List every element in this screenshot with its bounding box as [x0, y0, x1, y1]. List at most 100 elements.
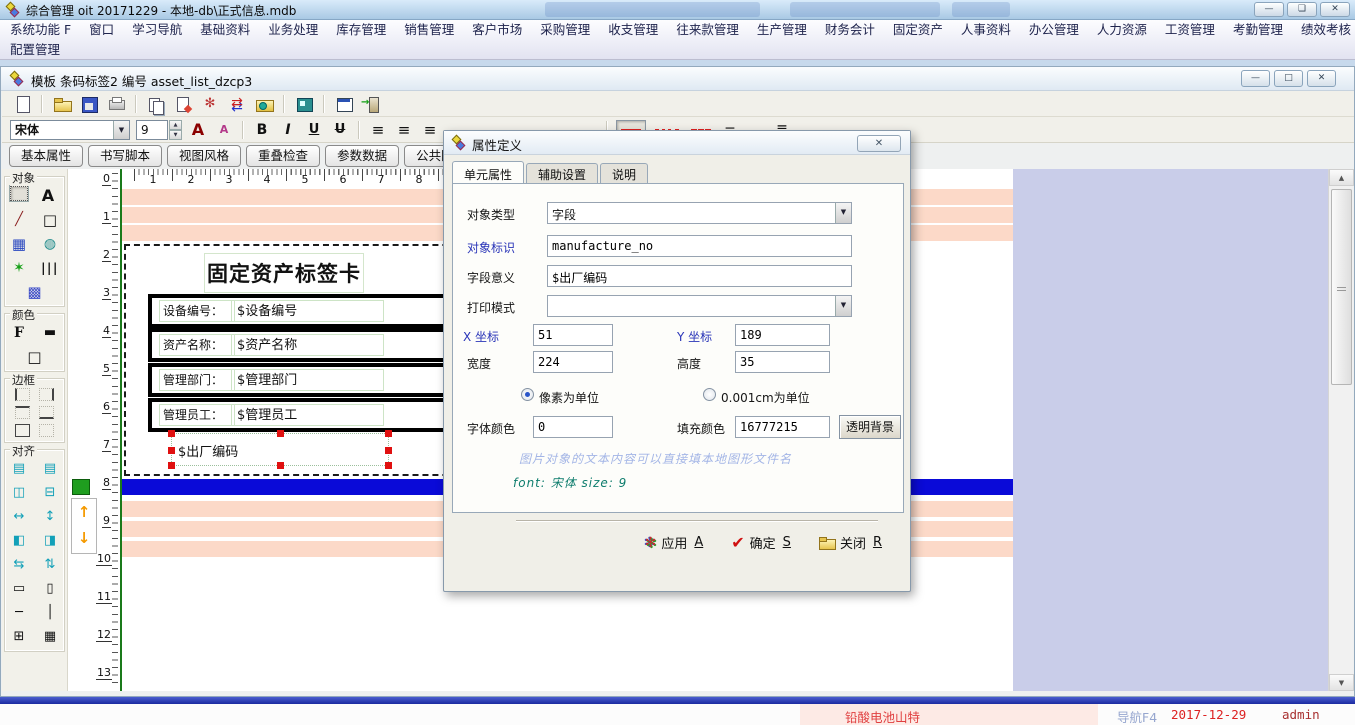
menu-item[interactable]: 采购管理	[531, 20, 599, 40]
menu-item[interactable]: 人力资源	[1088, 20, 1156, 40]
menu-item[interactable]: 考勤管理	[1224, 20, 1292, 40]
menu-item[interactable]: 学习导航	[123, 20, 191, 40]
object-type-select[interactable]: 字段 ▼	[547, 202, 852, 224]
strikethrough-icon[interactable]: U	[330, 120, 350, 140]
chevron-down-icon[interactable]: ▼	[835, 203, 851, 223]
nudge-up-icon[interactable]: ↑	[72, 499, 96, 525]
picture-folder-icon[interactable]	[254, 94, 274, 114]
menu-item[interactable]: 基础资料	[191, 20, 259, 40]
height-input[interactable]: 35	[735, 351, 830, 373]
field-caption[interactable]: 设备编号：	[159, 300, 235, 322]
menu-item[interactable]: 客户市场	[463, 20, 531, 40]
rect-tool-icon[interactable]: □	[39, 210, 61, 229]
line-tool-icon[interactable]: ╱	[8, 210, 30, 229]
ok-button[interactable]: ✔ 确定 S	[731, 533, 791, 552]
space-horizontal-icon[interactable]: ⇆	[8, 555, 30, 574]
font-size-input[interactable]: 9	[136, 120, 168, 140]
insert-picture-icon[interactable]	[294, 94, 314, 114]
copy-icon[interactable]	[146, 94, 166, 114]
selection-handle[interactable]	[385, 430, 392, 437]
menu-item[interactable]: 办公管理	[1020, 20, 1088, 40]
editor-tab-button[interactable]: 视图风格	[167, 145, 241, 167]
format-brush-icon[interactable]: ✻	[200, 94, 220, 114]
menu-item[interactable]: 窗口	[80, 20, 123, 40]
font-size-stepper[interactable]: ▲ ▼	[169, 120, 182, 140]
child-minimize-button[interactable]: —	[1241, 70, 1270, 87]
image-tool-icon[interactable]: ◍	[39, 234, 61, 253]
center-horizontal-icon[interactable]: ◧	[8, 531, 30, 550]
x-coordinate-input[interactable]: 51	[533, 324, 613, 346]
bold-icon[interactable]: B	[252, 120, 272, 140]
tab-cell-properties[interactable]: 单元属性	[452, 161, 524, 183]
space-vertical-icon[interactable]: ⇅	[39, 555, 61, 574]
menu-item[interactable]: 配置管理	[1, 40, 69, 60]
transparent-bg-button[interactable]: 透明背景	[839, 415, 901, 439]
menu-item[interactable]: 生产管理	[748, 20, 816, 40]
selection-handle[interactable]	[168, 447, 175, 454]
border-left-icon[interactable]	[15, 388, 30, 401]
font-shrink-icon[interactable]: A	[214, 120, 234, 140]
print-icon[interactable]	[106, 94, 126, 114]
print-mode-select[interactable]: ▼	[547, 295, 852, 317]
field-caption[interactable]: 管理员工：	[159, 404, 235, 426]
menu-item[interactable]: 系统功能 F	[1, 20, 80, 40]
center-vertical-icon[interactable]: ◨	[39, 531, 61, 550]
align-top-icon[interactable]: ▤	[8, 459, 30, 478]
menu-item[interactable]: 工资管理	[1156, 20, 1224, 40]
fit-height-icon[interactable]: ↕	[39, 507, 61, 526]
field-caption[interactable]: 管理部门：	[159, 369, 235, 391]
child-close-button[interactable]: ✕	[1307, 70, 1336, 87]
apply-button[interactable]: ✻ 应用 A	[645, 533, 704, 552]
open-template-icon[interactable]	[52, 94, 72, 114]
tab-auxiliary-settings[interactable]: 辅助设置	[526, 163, 598, 183]
horizontal-line-icon[interactable]: ─	[8, 603, 30, 622]
exit-icon[interactable]	[361, 94, 381, 114]
grid-small-icon[interactable]: ⊞	[8, 627, 30, 646]
field-placeholder[interactable]: $资产名称	[231, 334, 384, 356]
menu-item[interactable]: 库存管理	[327, 20, 395, 40]
border-right-icon[interactable]	[39, 388, 54, 401]
minimize-button[interactable]: —	[1254, 2, 1284, 17]
scrollbar-thumb[interactable]	[1331, 189, 1352, 385]
vertical-scrollbar[interactable]: ▲ ▼	[1328, 169, 1353, 691]
align-center-icon[interactable]: ≡	[394, 120, 414, 140]
close-dialog-button[interactable]: 关闭 R	[819, 533, 882, 552]
editor-tab-button[interactable]: 重叠检查	[246, 145, 320, 167]
equal-height-icon[interactable]: ▯	[39, 579, 61, 598]
line-color-icon[interactable]: ▬	[39, 323, 61, 342]
menu-item[interactable]: 绩效考核	[1292, 20, 1355, 40]
paste-icon[interactable]	[173, 94, 193, 114]
border-none-icon[interactable]	[39, 424, 54, 437]
editor-tab-button[interactable]: 参数数据	[325, 145, 399, 167]
window-icon[interactable]	[334, 94, 354, 114]
selection-handle[interactable]	[168, 430, 175, 437]
selection-handle[interactable]	[385, 462, 392, 469]
logo-tool-icon[interactable]: ✶	[8, 258, 30, 277]
width-input[interactable]: 224	[533, 351, 613, 373]
font-family-select[interactable]: 宋体 ▼	[10, 120, 130, 140]
border-top-icon[interactable]	[15, 406, 30, 419]
pixel-unit-label[interactable]: 像素为单位	[539, 389, 599, 406]
align-bottom-icon[interactable]: ▤	[39, 459, 61, 478]
menu-item[interactable]: 收支管理	[599, 20, 667, 40]
field-placeholder[interactable]: $管理部门	[231, 369, 384, 391]
close-button[interactable]: ✕	[1320, 2, 1350, 17]
select-tool-icon[interactable]	[10, 186, 28, 201]
selection-handle[interactable]	[385, 447, 392, 454]
field-meaning-input[interactable]: $出厂编码	[547, 265, 852, 287]
chevron-down-icon[interactable]: ▼	[835, 296, 851, 316]
save-template-icon[interactable]	[79, 94, 99, 114]
underline-icon[interactable]: U	[304, 120, 324, 140]
vertical-line-icon[interactable]: │	[39, 603, 61, 622]
border-bottom-icon[interactable]	[39, 406, 54, 419]
align-right-edge-icon[interactable]: ⊟	[39, 483, 61, 502]
tab-description[interactable]: 说明	[600, 163, 648, 183]
scroll-down-icon[interactable]: ▼	[1329, 674, 1354, 691]
child-restore-button[interactable]: □	[1274, 70, 1303, 87]
menu-item[interactable]: 财务会计	[816, 20, 884, 40]
selection-handle[interactable]	[277, 430, 284, 437]
font-enlarge-icon[interactable]: A	[188, 120, 208, 140]
scroll-up-icon[interactable]: ▲	[1329, 169, 1354, 186]
menu-item[interactable]: 固定资产	[884, 20, 952, 40]
y-coordinate-input[interactable]: 189	[735, 324, 830, 346]
